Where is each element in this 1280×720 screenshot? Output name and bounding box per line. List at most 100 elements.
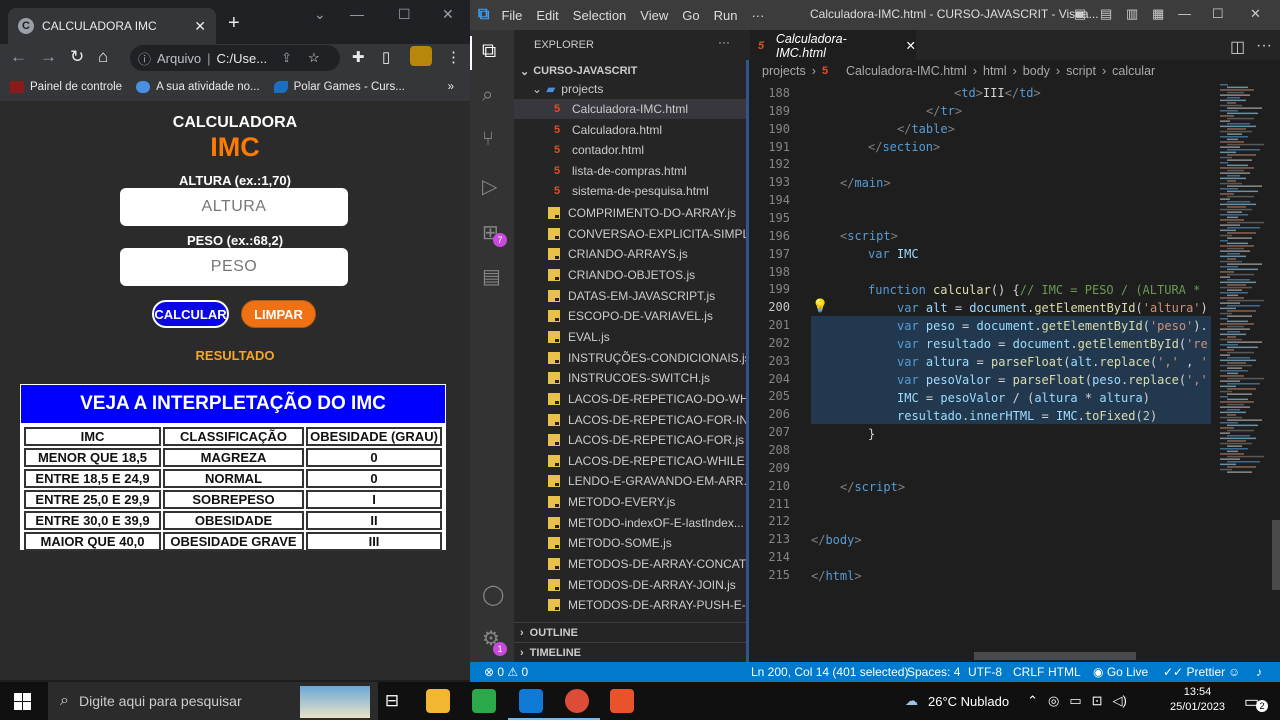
menu-edit[interactable]: Edit xyxy=(536,8,558,23)
back-icon[interactable]: ← xyxy=(10,47,27,67)
close-window-icon[interactable]: ✕ xyxy=(442,6,454,23)
file-item[interactable]: LACOS-DE-REPETICAO-DO-WH... xyxy=(514,389,746,409)
address-bar[interactable]: ⓘ Arquivo | C:/Use... ⇪ ☆ xyxy=(130,45,340,71)
bookmarks-more[interactable]: » xyxy=(448,81,454,93)
file-item[interactable]: METODOS-DE-ARRAY-PUSH-E-... xyxy=(514,595,746,615)
cursor-position[interactable]: Ln 200, Col 14 (401 selected) xyxy=(751,665,908,679)
task-view-icon[interactable]: ⊟ xyxy=(380,689,404,713)
side-panel-icon[interactable]: ▯ xyxy=(382,48,390,66)
menu-go[interactable]: Go xyxy=(682,8,699,23)
file-item[interactable]: ESCOPO-DE-VARIAVEL.js xyxy=(514,306,746,326)
calcular-button[interactable]: CALCULAR xyxy=(152,300,229,328)
weather-text[interactable]: 26°C Nublado xyxy=(928,694,1009,709)
breadcrumb-item[interactable]: projects xyxy=(762,64,806,78)
file-item[interactable]: CRIANDO-OBJETOS.js xyxy=(514,265,746,285)
file-item[interactable]: INSTRUÇÕES-CONDICIONAIS.js xyxy=(514,348,746,368)
clock[interactable]: 13:54 25/01/2023 xyxy=(1170,685,1225,715)
lightbulb-icon[interactable]: 💡 xyxy=(812,298,828,314)
file-item[interactable]: 5 Calculadora.html xyxy=(514,120,746,140)
file-item[interactable]: CONVERSAO-EXPLICITA-SIMPL... xyxy=(514,224,746,244)
file-item[interactable]: 5 contador.html xyxy=(514,140,746,160)
more-actions-icon[interactable]: ··· xyxy=(1256,37,1272,55)
explorer-icon[interactable]: ⧉ xyxy=(482,40,496,63)
reload-icon[interactable]: ↻ xyxy=(70,47,84,67)
file-item[interactable]: METODOS-DE-ARRAY-CONCAT.js xyxy=(514,554,746,574)
bookmark-star-icon[interactable]: ☆ xyxy=(308,50,320,66)
horizontal-scrollbar[interactable] xyxy=(974,652,1136,660)
file-item[interactable]: LACOS-DE-REPETICAO-FOR.js xyxy=(514,430,746,450)
file-item[interactable]: 5 lista-de-compras.html xyxy=(514,161,746,181)
layout-icon[interactable]: ▤ xyxy=(1100,6,1112,22)
network-icon[interactable]: ⊡ xyxy=(1092,693,1103,709)
layout-icon[interactable]: ▣ xyxy=(1074,6,1086,22)
language-mode[interactable]: HTML xyxy=(1048,665,1081,679)
explorer-more-icon[interactable]: ··· xyxy=(718,35,730,49)
limpar-button[interactable]: LIMPAR xyxy=(241,300,316,328)
profile-avatar[interactable] xyxy=(410,46,432,66)
folder-projects[interactable]: ⌄ ▰ projects xyxy=(514,79,746,99)
bell-icon[interactable]: ♪ xyxy=(1256,665,1262,679)
new-tab-button[interactable]: + xyxy=(228,12,240,35)
minimize-icon[interactable]: — xyxy=(350,6,364,22)
timeline-section[interactable]: › TIMELINE xyxy=(514,642,746,662)
breadcrumb-item[interactable]: calcular xyxy=(1112,64,1155,78)
account-icon[interactable]: ◯ xyxy=(482,582,504,607)
minimize-icon[interactable]: — xyxy=(1178,6,1191,21)
breadcrumb-item[interactable]: html xyxy=(983,64,1007,78)
prettier-button[interactable]: ✓✓ Prettier xyxy=(1163,665,1225,679)
share-icon[interactable]: ⇪ xyxy=(281,50,292,66)
file-item[interactable]: 5 sistema-de-pesquisa.html xyxy=(514,181,746,201)
camtasia-recorder-icon[interactable] xyxy=(610,689,634,713)
maximize-icon[interactable]: ☐ xyxy=(1212,6,1224,22)
menu-dots-icon[interactable]: ⋮ xyxy=(446,48,461,66)
file-item[interactable]: METODOS-DE-ARRAY-JOIN.js xyxy=(514,575,746,595)
problems-indicator[interactable]: ⊗ 0 ⚠ 0 xyxy=(484,665,528,679)
url-text[interactable]: C:/Use... xyxy=(216,51,267,66)
chrome-taskbar-icon[interactable] xyxy=(565,689,589,713)
breadcrumb-item[interactable]: Calculadora-IMC.html xyxy=(846,64,967,78)
outline-section[interactable]: › OUTLINE xyxy=(514,622,746,642)
camtasia-icon[interactable] xyxy=(472,689,496,713)
meet-icon[interactable]: ◎ xyxy=(1048,693,1059,709)
menu-view[interactable]: View xyxy=(640,8,668,23)
go-live-button[interactable]: ◉ Go Live xyxy=(1093,665,1148,679)
file-item[interactable]: METODO-indexOF-E-lastIndex... xyxy=(514,513,746,533)
taskbar-search[interactable]: ⌕ Digite aqui para pesquisar xyxy=(48,682,378,720)
bookmark-atividade[interactable]: A sua atividade no... xyxy=(136,80,260,93)
windows-start-icon[interactable] xyxy=(14,693,31,710)
info-icon[interactable]: ⓘ xyxy=(138,49,151,68)
feedback-icon[interactable]: ☺ xyxy=(1228,665,1240,679)
volume-icon[interactable]: ◁) xyxy=(1113,693,1127,709)
editor-tab[interactable]: 5 Calculadora-IMC.html ✕ xyxy=(750,30,916,60)
file-item[interactable]: LACOS-DE-REPETICAO-FOR-IN.js xyxy=(514,410,746,430)
vertical-scrollbar[interactable] xyxy=(1272,520,1280,590)
line-ending[interactable]: CRLF xyxy=(1013,665,1044,679)
source-control-icon[interactable]: ⑂ xyxy=(482,128,494,151)
layout-icon[interactable]: ▦ xyxy=(1152,6,1164,22)
maximize-icon[interactable]: ☐ xyxy=(398,6,411,23)
breadcrumb-item[interactable]: script xyxy=(1066,64,1096,78)
root-folder[interactable]: ⌄ CURSO-JAVASCRIT xyxy=(514,61,746,81)
file-explorer-icon[interactable] xyxy=(426,689,450,713)
vscode-taskbar-icon[interactable] xyxy=(519,689,543,713)
chevron-down-icon[interactable]: ⌄ xyxy=(314,6,326,23)
file-item[interactable]: COMPRIMENTO-DO-ARRAY.js xyxy=(514,203,746,223)
altura-input[interactable]: ALTURA xyxy=(120,188,348,226)
testing-icon[interactable]: ▤ xyxy=(482,264,501,289)
file-item[interactable]: INSTRUCOES-SWITCH.js xyxy=(514,368,746,388)
file-item[interactable]: METODO-SOME.js xyxy=(514,533,746,553)
file-item[interactable]: EVAL.js xyxy=(514,327,746,347)
search-icon[interactable]: ⌕ xyxy=(482,84,493,107)
file-item[interactable]: LENDO-E-GRAVANDO-EM-ARR... xyxy=(514,471,746,491)
file-item[interactable]: 5 Calculadora-IMC.html xyxy=(514,99,746,119)
layout-icon[interactable]: ▥ xyxy=(1126,6,1138,22)
file-item[interactable]: LACOS-DE-REPETICAO-WHILE.js xyxy=(514,451,746,471)
extensions-icon[interactable]: ✚ xyxy=(352,48,365,66)
indentation[interactable]: Spaces: 4 xyxy=(907,665,960,679)
forward-icon[interactable]: → xyxy=(40,47,57,67)
run-debug-icon[interactable]: ▷ xyxy=(482,174,497,199)
close-tab-icon[interactable]: ✕ xyxy=(194,18,206,35)
close-tab-icon[interactable]: ✕ xyxy=(906,38,916,53)
chevron-up-icon[interactable]: ⌃ xyxy=(1027,693,1038,709)
menu-more[interactable]: ··· xyxy=(751,8,764,23)
